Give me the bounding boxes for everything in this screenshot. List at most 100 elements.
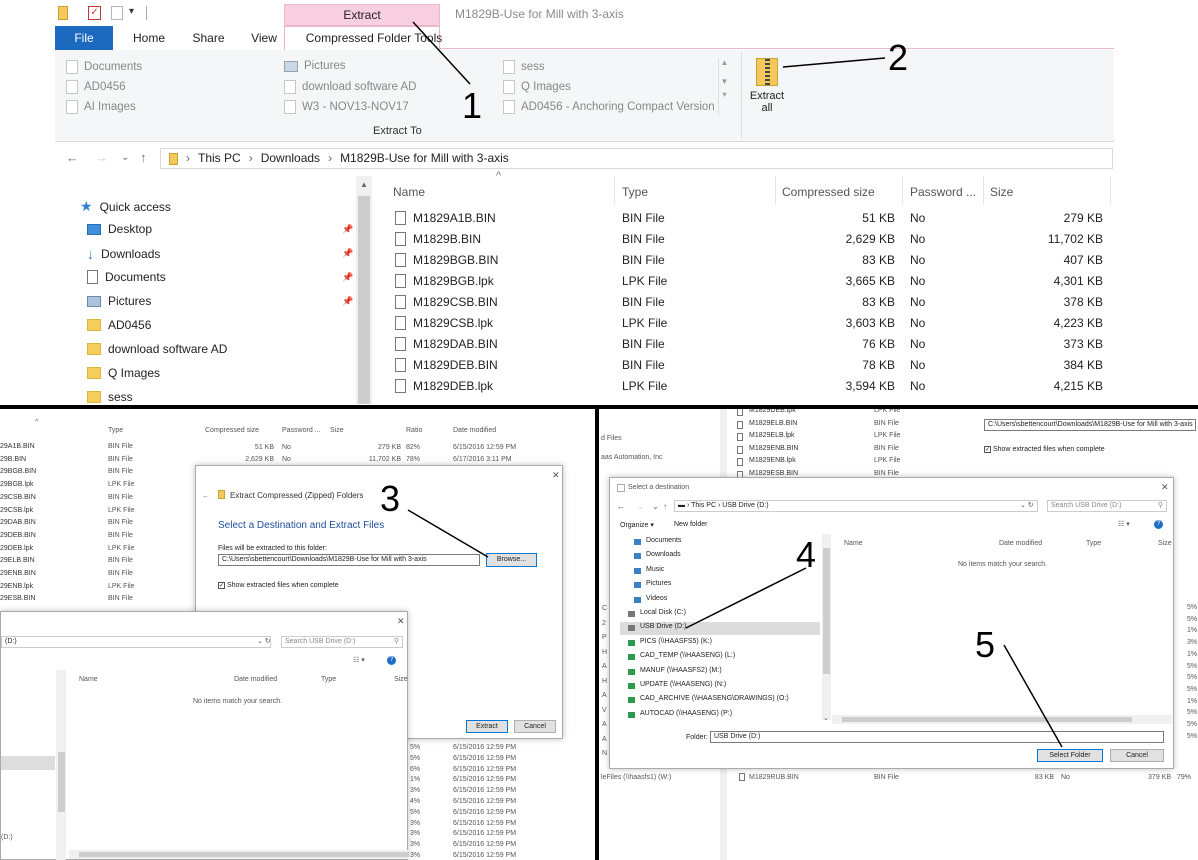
col-type[interactable]: Type [622,183,648,201]
table-row[interactable]: M1829DEB.BIN BIN File 78 KB No 384 KB [395,358,1110,379]
destination-path-input[interactable]: C:\Users\sbettencourt\Downloads\M1829B-U… [218,554,480,566]
qat-dropdown-icon[interactable]: ▾ [129,6,134,17]
col-size[interactable]: Size [330,427,344,434]
organize-button[interactable]: Organize ▾ [620,521,654,529]
table-row[interactable]: 4% 6/15/2016 12:59 PM [410,798,550,808]
nav-pictures[interactable]: Pictures [87,294,151,308]
nav-quick-access[interactable]: ★ Quick access [80,198,171,215]
view-options-icon[interactable]: ☷ ▾ [1118,520,1130,528]
nav-scroll-thumb[interactable] [358,196,370,404]
col-name[interactable]: Name [79,676,98,683]
dest-sess[interactable]: sess [503,60,545,74]
column-separator[interactable] [902,176,903,204]
table-row[interactable]: 6% 6/15/2016 12:59 PM [410,766,550,776]
tab-view[interactable]: View [232,26,296,50]
col-password[interactable]: Password ... [910,183,976,201]
cancel-button[interactable]: Cancel [514,720,556,733]
address-bar[interactable]: ▬ › This PC › USB Drive (D:) [674,500,1038,512]
tree-item[interactable]: Pictures [620,579,820,592]
search-input[interactable]: Search USB Drive (D:) ⚲ [1047,500,1167,512]
column-separator[interactable] [614,176,615,204]
tree-item-drive[interactable]: (D:) [1,834,13,841]
show-files-checkbox[interactable]: ✓ Show extracted files when complete [218,582,339,589]
back-arrow-icon[interactable]: ← [66,150,79,165]
table-row[interactable]: M1829DEB.lpk LPK File [737,409,917,418]
new-folder-qat-icon[interactable] [111,6,123,20]
nav-downloads[interactable]: ↓ Downloads [87,246,160,262]
col-date-modified[interactable]: Date modified [453,427,496,434]
col-size[interactable]: Size [1158,540,1172,547]
table-row[interactable]: M1829DEB.lpk LPK File 3,594 KB No 4,215 KB [395,379,1110,400]
col-ratio[interactable]: Ratio [406,427,422,434]
scroll-up-icon[interactable]: ▲ [719,58,730,67]
table-row[interactable]: 3% 6/15/2016 12:59 PM [410,841,550,851]
table-row[interactable]: 3% 6/15/2016 12:59 PM [410,852,550,860]
help-icon[interactable]: ? [387,656,396,665]
tree-item[interactable]: Music [620,565,820,578]
back-arrow-icon[interactable]: ← [202,491,210,500]
tree-item[interactable]: Local Disk (C:) [620,608,820,621]
recent-dropdown-icon[interactable]: ⌄ [121,152,129,163]
browse-button[interactable]: Browse... [486,553,537,567]
nav-ad0456[interactable]: AD0456 [87,318,151,332]
tree-item[interactable]: PICS (\\HAASFS5) (K:) [620,637,820,650]
col-size[interactable]: Size [394,676,408,683]
col-password[interactable]: Password ... [282,427,321,434]
properties-icon[interactable]: ✓ [88,6,101,20]
nav-q-images[interactable]: Q Images [87,366,160,380]
refresh-icon[interactable]: ⌄ ↻ [1020,501,1034,509]
forward-arrow-icon[interactable]: → [636,502,644,511]
column-separator[interactable] [983,176,984,204]
table-row[interactable]: 1% 6/15/2016 12:59 PM [410,776,550,786]
col-size[interactable]: Size [990,183,1013,201]
crumb-this-pc[interactable]: This PC [691,502,716,509]
column-separator[interactable] [1110,176,1111,204]
up-arrow-icon[interactable]: ↑ [140,150,147,165]
pin-icon[interactable]: 📌 [342,224,353,234]
new-folder-button[interactable]: New folder [674,521,707,528]
column-separator[interactable] [775,176,776,204]
dest-w3[interactable]: W3 - NOV13-NOV17 [284,100,409,114]
address-bar[interactable]: (D:) [1,636,271,648]
tree-item[interactable]: UPDATE (\\HAASENG) (N:) [620,680,820,693]
forward-arrow-icon[interactable]: → [95,150,108,165]
folder-input[interactable]: USB Drive (D:) [710,731,1164,743]
destination-path-input[interactable]: C:\Users\sbettencourt\Downloads\M1829B-U… [984,419,1196,431]
crumb-downloads[interactable]: Downloads [261,149,320,168]
crumb-current-folder[interactable]: M1829B-Use for Mill with 3-axis [340,149,509,168]
col-type[interactable]: Type [321,676,336,683]
col-name[interactable]: Name [393,183,425,201]
back-arrow-icon[interactable]: ← [617,502,625,511]
dest-download-software[interactable]: download software AD [284,80,416,94]
tree-item[interactable]: Videos [620,594,820,607]
tab-share[interactable]: Share [185,26,232,50]
nav-desktop[interactable]: Desktop [87,222,152,236]
table-row[interactable]: 3% 6/15/2016 12:59 PM [410,820,550,830]
tab-compressed-folder-tools[interactable]: Compressed Folder Tools [296,26,452,50]
tab-home[interactable]: Home [113,26,185,50]
tree-item[interactable]: CAD_TEMP (\\HAASENG) (L:) [620,651,820,664]
col-date-modified[interactable]: Date modified [234,676,277,683]
tree-item[interactable]: Downloads [620,550,820,563]
col-compressed-size[interactable]: Compressed size [205,427,259,434]
pin-icon[interactable]: 📌 [342,272,353,282]
nav-sess[interactable]: sess [87,390,133,404]
nav-download-software[interactable]: download software AD [87,342,227,356]
table-row[interactable]: M1829A1B.BIN BIN File 51 KB No 279 KB [395,211,1110,232]
help-icon[interactable]: ? [1154,520,1163,529]
nav-documents[interactable]: Documents [87,270,166,284]
col-type[interactable]: Type [1086,540,1101,547]
tree-scroll-thumb[interactable] [823,548,830,674]
tree-item[interactable]: MANUF (\\HAASFS2) (M:) [620,666,820,679]
tree-item[interactable]: Documents [620,536,820,549]
table-row[interactable]: 5% 6/15/2016 12:59 PM [410,809,550,819]
checkbox-checked-icon[interactable]: ✓ [218,582,225,589]
col-type[interactable]: Type [108,427,123,434]
tree-item[interactable]: AUTOCAD (\\HAASENG) (P:) [620,709,820,722]
close-icon[interactable]: ✕ [552,470,560,481]
tree-item[interactable]: USB Drive (D:) [620,622,820,636]
pin-icon[interactable]: 📌 [342,248,353,258]
pin-icon[interactable]: 📌 [342,296,353,306]
table-row[interactable]: M1829ELB.BIN BIN File [737,420,917,431]
table-row[interactable]: M1829DAB.BIN BIN File 76 KB No 373 KB [395,337,1110,358]
